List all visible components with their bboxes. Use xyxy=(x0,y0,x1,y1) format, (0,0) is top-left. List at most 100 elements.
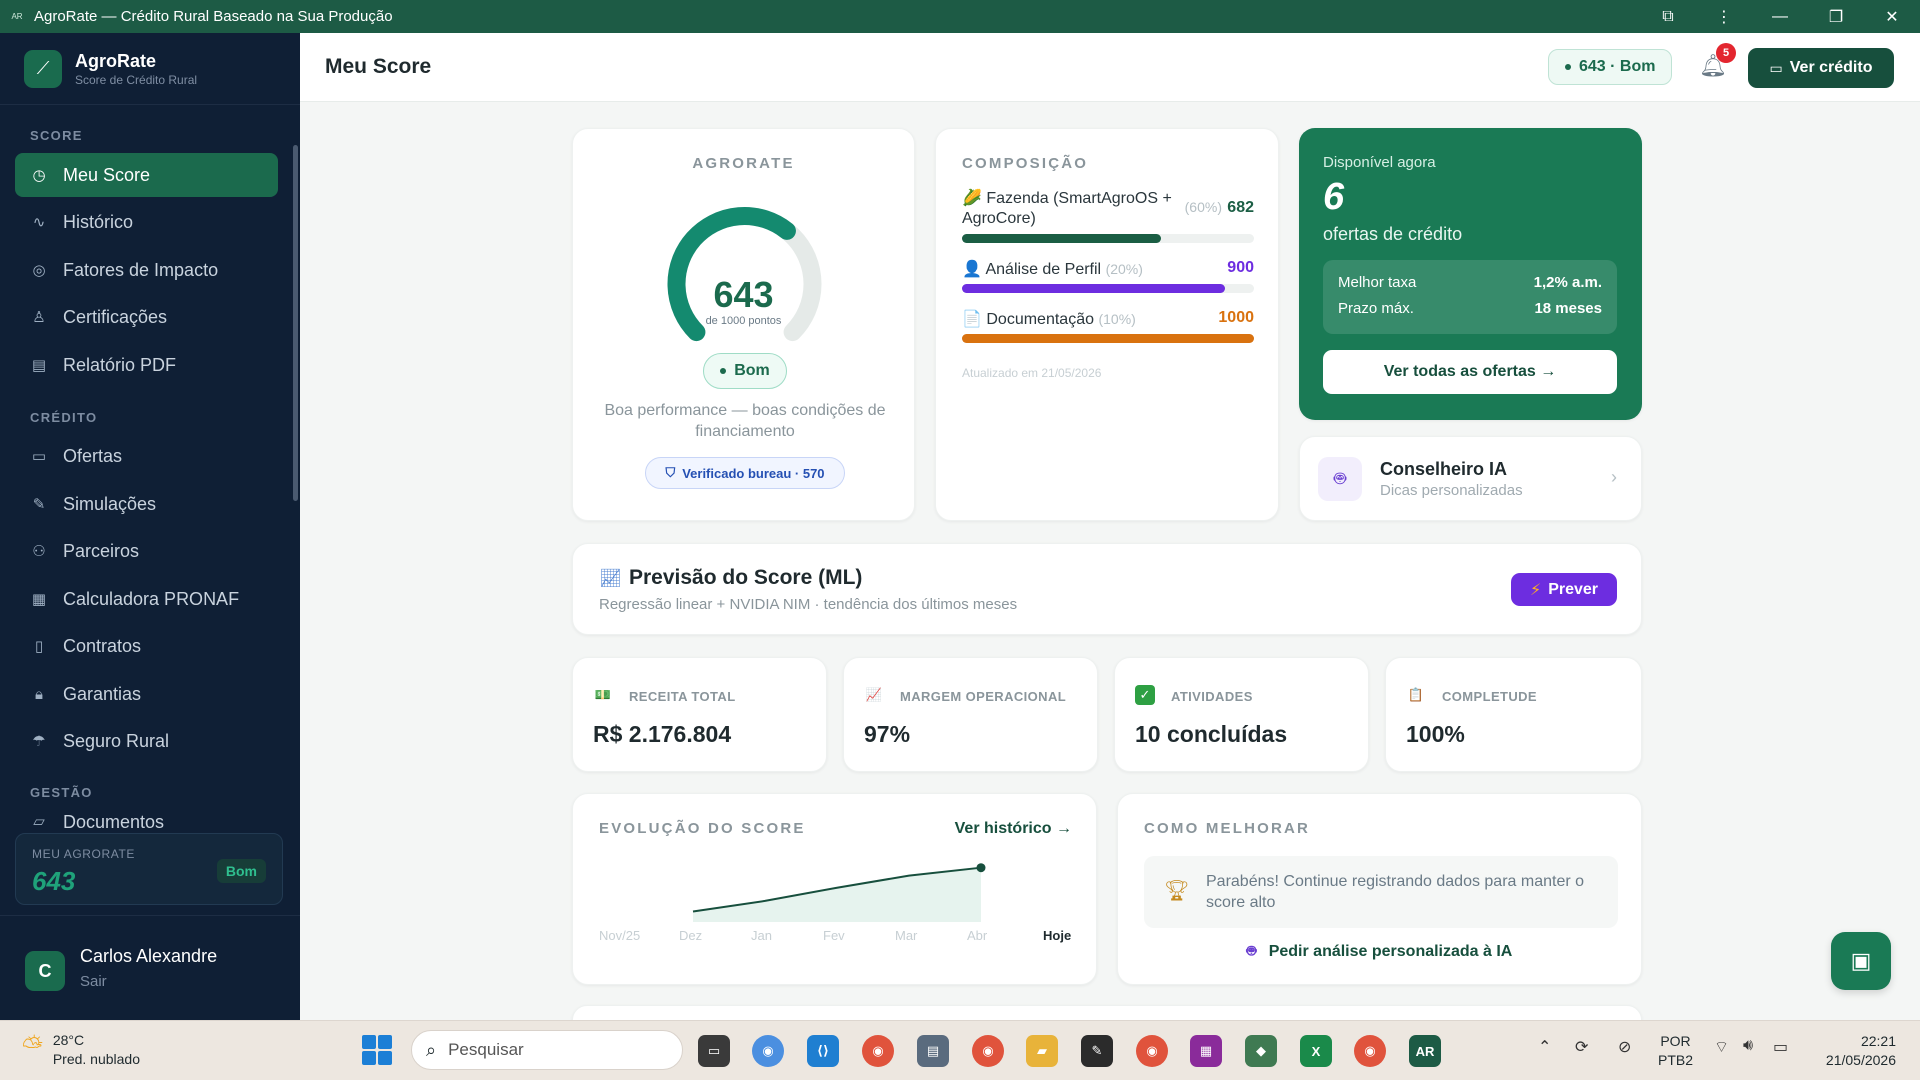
offers-available-label: Disponível agora xyxy=(1323,154,1436,171)
chrome-icon[interactable]: ◉ xyxy=(1354,1035,1386,1067)
file-icon: ▤ xyxy=(31,357,47,374)
chrome-icon[interactable]: ◉ xyxy=(972,1035,1004,1067)
ver-credito-button[interactable]: ▭ Ver crédito xyxy=(1748,48,1894,88)
metric-value: 10 concluídas xyxy=(1135,721,1288,747)
offers-count: 6 xyxy=(1323,176,1345,218)
chat-fab-icon[interactable]: ▣ xyxy=(1831,932,1891,990)
sidebar-item-garantias[interactable]: 🔒︎ Garantias xyxy=(15,672,278,716)
sidebar-item-pronaf[interactable]: ▦ Calculadora PRONAF xyxy=(15,577,278,621)
lightning-icon: ⚡︎ xyxy=(1529,581,1542,599)
forecast-title: Previsão do Score (ML) xyxy=(629,566,863,589)
sidebar-item-historico[interactable]: ∿ Histórico xyxy=(15,200,278,244)
sidebar-item-contratos[interactable]: ▯ Contratos xyxy=(15,624,278,668)
weather-widget[interactable]: ⛅︎ 28°C Pred. nublado xyxy=(22,1031,140,1069)
sidebar-item-label: Seguro Rural xyxy=(63,730,170,751)
status-dot-icon xyxy=(1565,64,1571,70)
section-credito: CRÉDITO xyxy=(30,410,98,425)
shield-icon: ⛉ xyxy=(665,465,676,480)
sidebar-item-fatores[interactable]: ◎ Fatores de Impacto xyxy=(15,248,278,292)
verified-badge[interactable]: ⛉ Verificado bureau · 570 xyxy=(645,457,845,489)
sidebar-item-relatorio[interactable]: ▤ Relatório PDF xyxy=(15,343,278,387)
close-button[interactable]: ✕ xyxy=(1864,0,1920,33)
vscode-icon[interactable]: ⟨⟩ xyxy=(807,1035,839,1067)
chrome-icon[interactable]: ◉ xyxy=(1136,1035,1168,1067)
clock[interactable]: 22:21 21/05/2026 xyxy=(1816,1032,1896,1070)
sidebar-item-ofertas[interactable]: ▭ Ofertas xyxy=(15,434,278,478)
search-placeholder: Pesquisar xyxy=(448,1040,524,1059)
more-options-icon[interactable]: ⋮ xyxy=(1696,0,1752,33)
sidebar-item-simulacoes[interactable]: ✎ Simulações xyxy=(15,482,278,526)
app-icon[interactable]: ◆ xyxy=(1245,1035,1277,1067)
language-indicator[interactable]: POR PTB2 xyxy=(1658,1032,1693,1070)
document-icon: 📄 xyxy=(962,311,982,328)
chrome-profile-icon[interactable]: ◉ xyxy=(752,1035,784,1067)
ai-advisor-card[interactable]: 🤖︎ Conselheiro IA Dicas personalizadas › xyxy=(1299,436,1642,521)
volume-icon[interactable]: 🔊︎ xyxy=(1743,1037,1753,1055)
header-score-pill[interactable]: 643 · Bom xyxy=(1548,49,1673,85)
max-term-value: 18 meses xyxy=(1534,300,1602,317)
battery-icon[interactable]: ▭ xyxy=(1773,1037,1788,1057)
sidebar-item-label: Relatório PDF xyxy=(63,354,177,375)
folder-icon[interactable]: ▰ xyxy=(1026,1035,1058,1067)
logout-link[interactable]: Sair xyxy=(80,973,107,990)
sidebar-score-card[interactable]: MEU AGRORATE 643 Bom xyxy=(15,833,283,905)
composition-fill xyxy=(962,234,1162,243)
sidebar-item-parceiros[interactable]: ⚇ Parceiros xyxy=(15,529,278,573)
sync-icon[interactable]: ⟳ xyxy=(1575,1037,1588,1057)
extensions-icon[interactable]: ⧉ xyxy=(1640,0,1696,33)
user-name: Carlos Alexandre xyxy=(80,946,218,966)
sidebar-item-label: Ofertas xyxy=(63,445,123,466)
no-connection-icon[interactable]: ⊘ xyxy=(1618,1037,1631,1057)
advisor-subtitle: Dicas personalizadas xyxy=(1380,482,1523,499)
composition-fill xyxy=(962,284,1225,293)
weather-desc: Pred. nublado xyxy=(52,1051,140,1067)
sidebar-item-documentos[interactable]: ▱ Documentos xyxy=(15,809,278,833)
ai-analysis-link[interactable]: 🤖︎ Pedir análise personalizada à IA xyxy=(1118,941,1641,963)
status-badge: Bom xyxy=(703,353,787,389)
evolution-point[interactable] xyxy=(976,863,986,873)
sidebar-score-value: 643 xyxy=(32,866,76,896)
winrar-icon[interactable]: ▦ xyxy=(1190,1035,1222,1067)
chevron-up-icon[interactable]: ⌃ xyxy=(1538,1037,1551,1057)
sidebar-item-label: Histórico xyxy=(63,211,134,232)
metric-completude: 📋 COMPLETUDE 100% xyxy=(1385,657,1642,772)
sidebar-item-seguro[interactable]: ☂ Seguro Rural xyxy=(15,719,278,763)
target-icon: ◎ xyxy=(32,262,46,279)
improve-tip-text: Parabéns! Continue registrando dados par… xyxy=(1206,873,1585,911)
maximize-button[interactable]: ❐ xyxy=(1808,0,1864,33)
users-icon: ⚇ xyxy=(32,543,46,560)
trend-icon: 📈 xyxy=(865,687,883,702)
agrorate-icon[interactable]: AR xyxy=(1409,1035,1441,1067)
avatar[interactable]: C xyxy=(25,951,65,991)
evolution-area xyxy=(693,867,981,922)
section-score: SCORE xyxy=(30,128,83,143)
windows-start-icon[interactable] xyxy=(362,1035,392,1065)
clipboard-icon: 📋 xyxy=(1407,687,1425,702)
view-all-offers-button[interactable]: Ver todas as ofertas → xyxy=(1323,350,1617,394)
sidebar-item-label: Simulações xyxy=(63,493,157,514)
metric-label: COMPLETUDE xyxy=(1442,689,1537,704)
wifi-icon[interactable]: ⌔ xyxy=(1714,1037,1729,1057)
prever-button[interactable]: ⚡︎ Prever xyxy=(1511,573,1617,606)
sidebar-item-label: Fatores de Impacto xyxy=(63,259,219,280)
section-gestao: GESTÃO xyxy=(30,785,93,800)
taskbar-search[interactable]: ⌕ Pesquisar xyxy=(411,1030,683,1070)
improve-card: COMO MELHORAR 🏆︎ Parabéns! Continue regi… xyxy=(1117,793,1642,985)
window-titlebar: AR AgroRate — Crédito Rural Baseado na S… xyxy=(0,0,1920,33)
taskview-icon[interactable]: ▭ xyxy=(698,1035,730,1067)
card-icon: ▭ xyxy=(1769,59,1783,76)
chevron-right-icon: › xyxy=(1611,467,1617,487)
brand[interactable]: ⟋ AgroRate Score de Crédito Rural xyxy=(0,33,300,105)
sidebar-item-label: Meu Score xyxy=(63,164,151,185)
chart-icon: 📈︎ xyxy=(599,568,622,588)
minimize-button[interactable]: — xyxy=(1752,0,1808,33)
sidebar-score-label: MEU AGRORATE xyxy=(32,847,135,861)
sidebar-item-meu-score[interactable]: ◷ Meu Score xyxy=(15,153,278,197)
app-icon[interactable]: ▤ xyxy=(917,1035,949,1067)
chrome-icon[interactable]: ◉ xyxy=(862,1035,894,1067)
composition-updated: Atualizado em 21/05/2026 xyxy=(962,366,1102,380)
sidebar-scrollbar[interactable] xyxy=(293,145,298,501)
excel-icon[interactable]: X xyxy=(1300,1035,1332,1067)
sidebar-item-certificacoes[interactable]: ♙ Certificações xyxy=(15,295,278,339)
sticky-notes-icon[interactable]: ✎ xyxy=(1081,1035,1113,1067)
